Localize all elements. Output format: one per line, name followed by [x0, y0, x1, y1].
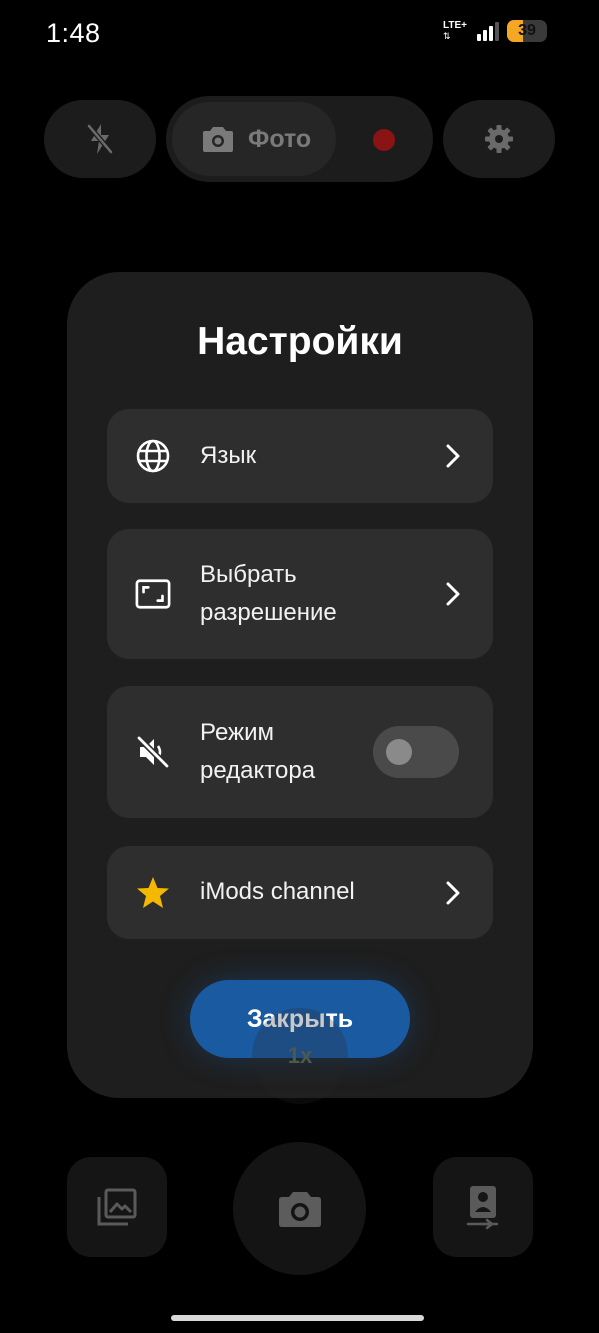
close-button[interactable]: Закрыть	[190, 980, 410, 1058]
close-button-label: Закрыть	[246, 1004, 354, 1033]
settings-item-imods-channel[interactable]: iMods channel	[107, 846, 493, 939]
settings-item-resolution[interactable]: Выбрать разрешение	[107, 529, 493, 659]
network-indicator: LTE+ ⇅	[443, 21, 467, 41]
signal-icon	[477, 21, 499, 41]
home-indicator	[171, 1315, 424, 1321]
resolution-frame-icon	[135, 576, 171, 612]
switch-camera-button[interactable]	[433, 1157, 533, 1257]
flash-button[interactable]	[44, 100, 156, 178]
settings-item-language[interactable]: Язык	[107, 409, 493, 503]
chevron-right-icon	[446, 444, 460, 468]
flash-off-icon	[87, 124, 113, 154]
record-mode-button[interactable]	[373, 129, 395, 151]
battery-icon: 39	[507, 20, 547, 42]
camera-icon	[278, 1191, 321, 1227]
settings-item-label-line2: редактора	[200, 757, 316, 784]
settings-item-label-line2: разрешение	[200, 599, 337, 626]
gear-icon	[485, 125, 513, 153]
switch-camera-icon	[466, 1186, 498, 1230]
editor-mode-toggle[interactable]	[373, 726, 459, 778]
shutter-button[interactable]	[233, 1142, 366, 1275]
mute-icon	[135, 734, 171, 770]
network-arrows-icon: ⇅	[443, 31, 451, 41]
status-time: 1:48	[46, 18, 101, 48]
settings-item-editor-mode: Режим редактора	[107, 686, 493, 818]
settings-item-label-line1: Режим	[200, 719, 274, 746]
camera-top-controls: Фото	[44, 96, 555, 182]
mode-label: Фото	[248, 124, 312, 153]
battery-percent: 39	[518, 22, 536, 39]
status-bar: 1:48 LTE+ ⇅ 39	[0, 0, 599, 70]
camera-icon	[203, 127, 233, 152]
mode-photo-button[interactable]: Фото	[172, 102, 336, 176]
gallery-button[interactable]	[67, 1157, 167, 1257]
settings-button[interactable]	[443, 100, 555, 178]
network-type: LTE+	[443, 20, 467, 31]
status-indicators: LTE+ ⇅ 39	[443, 20, 547, 42]
settings-item-label: Язык	[200, 442, 257, 469]
toggle-knob	[386, 739, 412, 765]
globe-icon	[135, 438, 171, 474]
gallery-icon	[97, 1188, 137, 1226]
chevron-right-icon	[446, 582, 460, 606]
star-icon	[135, 875, 171, 911]
modal-title: Настройки	[197, 320, 403, 363]
settings-item-label-line1: Выбрать	[200, 561, 297, 588]
settings-item-label: iMods channel	[200, 878, 355, 905]
chevron-right-icon	[446, 881, 460, 904]
settings-modal: Настройки Язык Выбрать разрешение Режим …	[67, 272, 533, 1098]
mode-selector: Фото	[166, 96, 433, 182]
